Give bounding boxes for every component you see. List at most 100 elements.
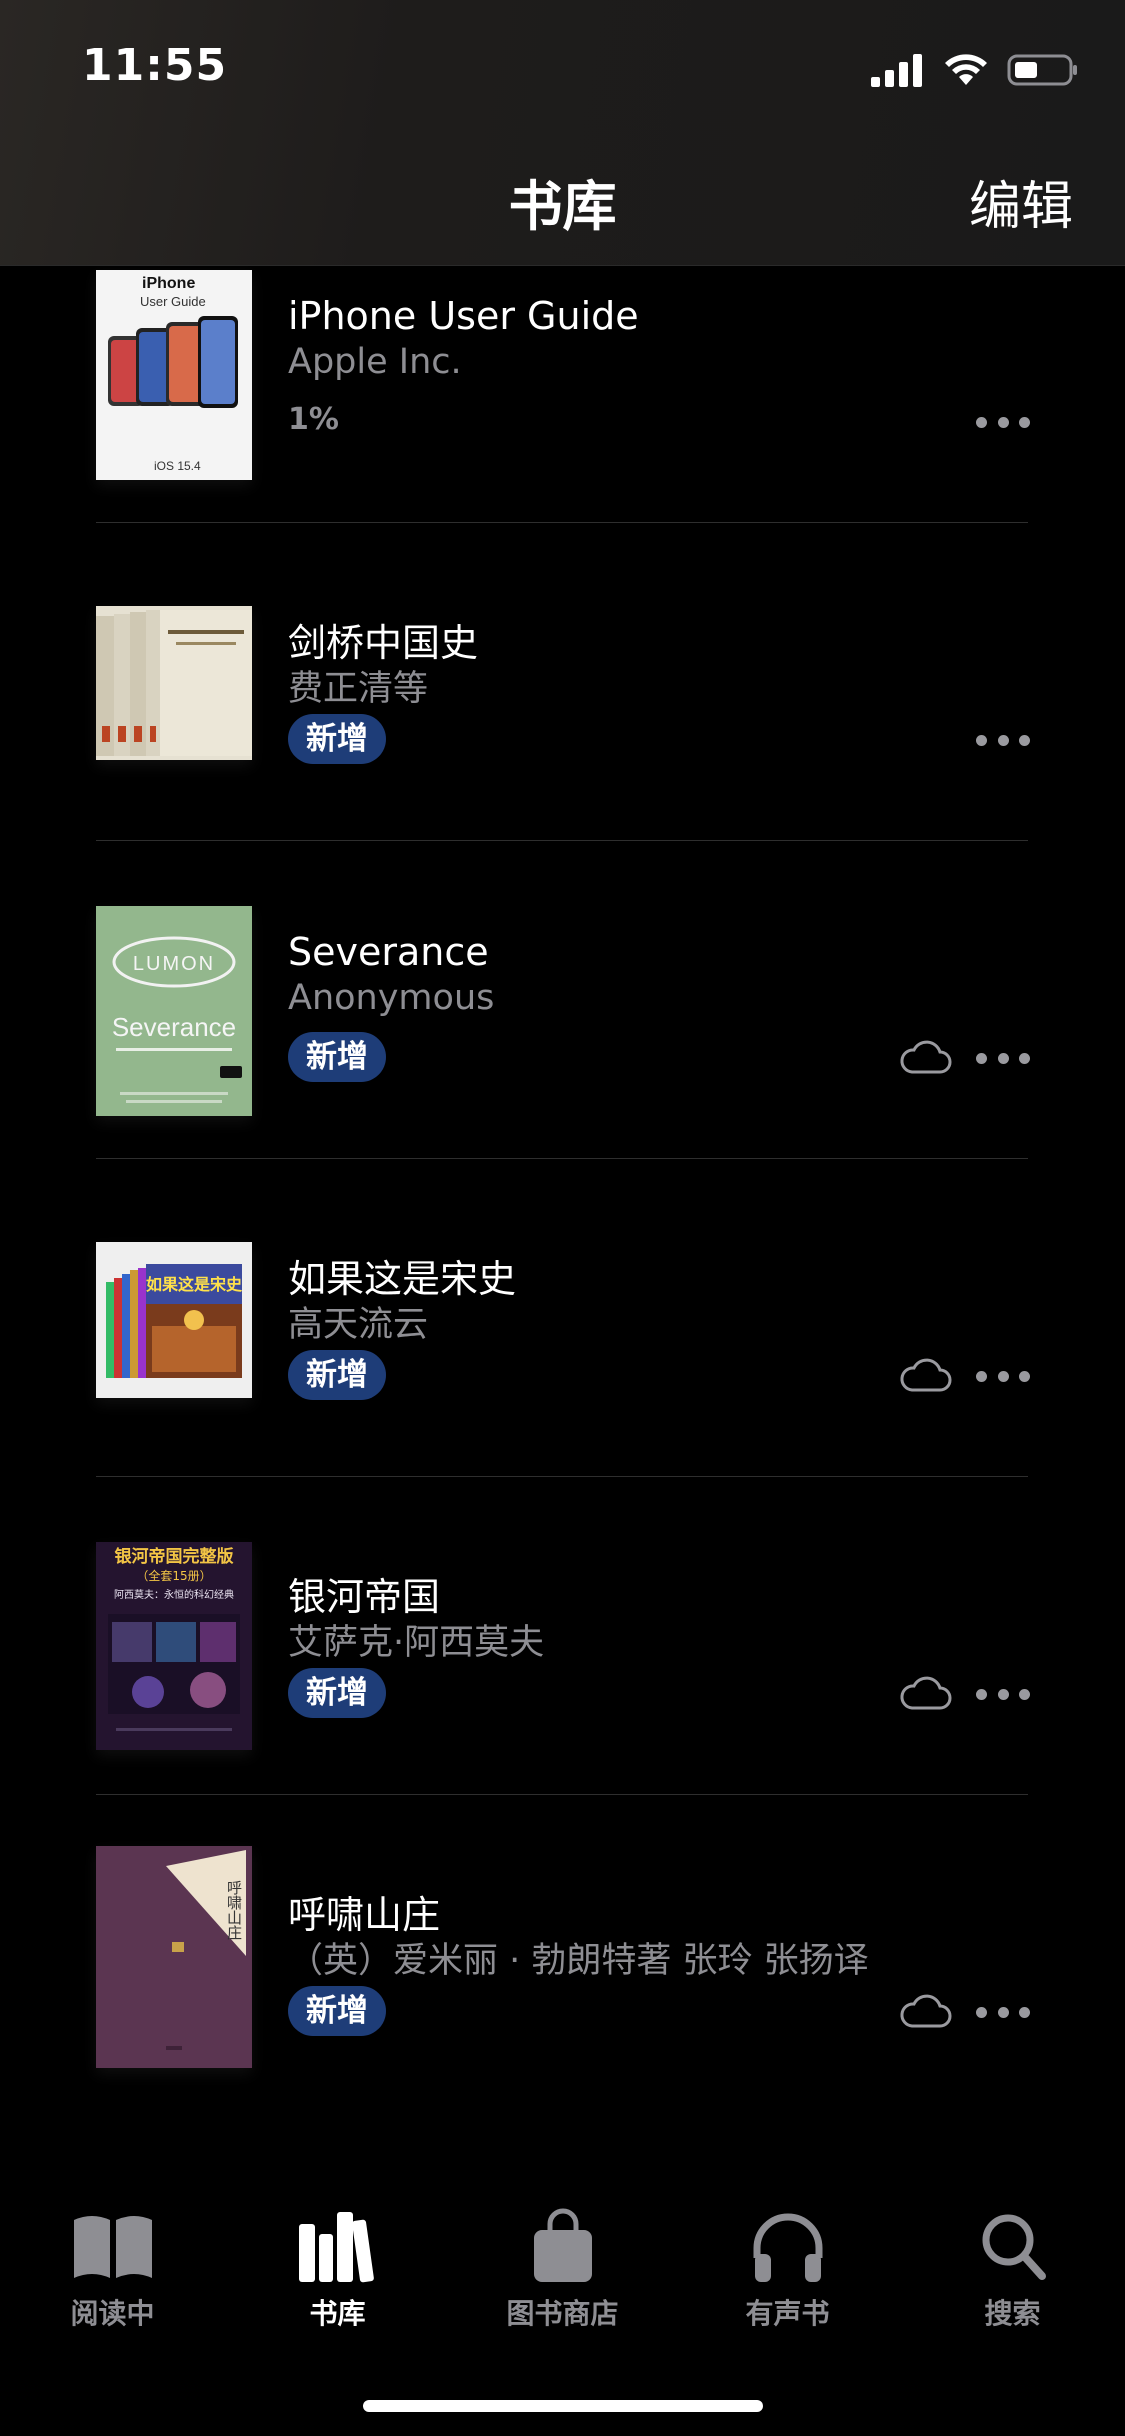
status-icons xyxy=(871,50,1079,90)
tab-label: 图书商店 xyxy=(506,2297,619,2330)
more-options-button[interactable] xyxy=(976,1369,1030,1383)
row-divider xyxy=(96,522,1028,523)
cloud-download-icon[interactable] xyxy=(898,1994,952,2030)
cover-brand: iPhone xyxy=(142,275,195,292)
book-title: iPhone User Guide xyxy=(288,294,639,338)
row-divider xyxy=(96,840,1028,841)
book-title: 银河帝国 xyxy=(288,1575,441,1619)
dot-icon xyxy=(997,2006,1009,2018)
new-badge: 新增 xyxy=(288,1032,386,1082)
book-title: 如果这是宋史 xyxy=(288,1257,517,1301)
dot-icon xyxy=(1019,416,1030,428)
tab-library[interactable]: 书库 xyxy=(225,2206,450,2332)
book-title: Severance xyxy=(288,930,489,974)
navigation-bar: 11:55 书库 编辑 xyxy=(0,0,1125,266)
cover-tagline: 阿西莫夫：永恒的科幻经典 xyxy=(114,1588,234,1601)
cover-subtitle: （全套15册） xyxy=(136,1568,211,1583)
tab-label: 搜索 xyxy=(984,2297,1041,2330)
tab-reading-now[interactable]: 阅读中 xyxy=(0,2206,225,2332)
book-row-iphone-user-guide[interactable]: iPhone User Guide iOS 15.4 iPhone User G… xyxy=(0,270,1125,588)
cover-art-foundation: 银河帝国完整版 （全套15册） 阿西莫夫：永恒的科幻经典 xyxy=(96,1542,252,1750)
search-icon xyxy=(982,2214,1046,2280)
cover-title: 呼啸山庄 xyxy=(225,1880,243,1940)
tab-bar: 阅读中 书库 图书商店 有声书 搜索 xyxy=(0,2170,1125,2436)
row-divider xyxy=(96,1158,1028,1159)
cover-title: Severance xyxy=(112,1012,236,1042)
book-author: 艾萨克·阿西莫夫 xyxy=(288,1623,545,1663)
new-badge: 新增 xyxy=(288,1986,386,2036)
new-badge: 新增 xyxy=(288,714,386,764)
dot-icon xyxy=(997,1688,1009,1700)
cover-art-severance: LUMON Severance xyxy=(96,906,252,1116)
book-title: 呼啸山庄 xyxy=(288,1893,441,1937)
dot-icon xyxy=(976,1052,987,1064)
book-row-if-this-is-song-history[interactable]: 如果这是宋史 如果这是宋史 高天流云 新增 xyxy=(0,1224,1125,1542)
new-badge: 新增 xyxy=(288,1350,386,1400)
book-cover[interactable]: 呼啸山庄 xyxy=(96,1846,252,2068)
cover-art-wuthering-heights: 呼啸山庄 xyxy=(96,1846,252,2068)
wifi-icon xyxy=(945,54,987,85)
book-row-foundation[interactable]: 银河帝国完整版 （全套15册） 阿西莫夫：永恒的科幻经典 银河帝国 艾萨克·阿西… xyxy=(0,1542,1125,1860)
more-options-button[interactable] xyxy=(976,415,1030,429)
headphones-icon xyxy=(753,2213,822,2282)
reading-progress: 1% xyxy=(288,402,339,437)
book-author: Anonymous xyxy=(288,978,495,1018)
cover-subtitle: User Guide xyxy=(140,294,206,309)
tab-label: 阅读中 xyxy=(70,2297,155,2330)
cover-title: 银河帝国完整版 xyxy=(115,1546,234,1567)
book-author: 高天流云 xyxy=(288,1305,429,1345)
cover-art-box-set xyxy=(96,606,252,760)
dot-icon xyxy=(1019,2006,1030,2018)
book-cover[interactable]: 如果这是宋史 xyxy=(96,1242,252,1398)
tab-label: 书库 xyxy=(309,2297,366,2330)
dot-icon xyxy=(997,734,1009,746)
more-options-button[interactable] xyxy=(976,2005,1030,2019)
dot-icon xyxy=(997,1052,1009,1064)
book-cover[interactable]: 银河帝国完整版 （全套15册） 阿西莫夫：永恒的科幻经典 xyxy=(96,1542,252,1750)
tab-label: 有声书 xyxy=(745,2297,830,2330)
more-options-button[interactable] xyxy=(976,733,1030,747)
home-indicator xyxy=(363,2400,763,2412)
dot-icon xyxy=(976,416,987,428)
dot-icon xyxy=(1019,1688,1030,1700)
dot-icon xyxy=(976,1370,987,1382)
dot-icon xyxy=(1019,1052,1030,1064)
cover-footer: iOS 15.4 xyxy=(154,459,201,473)
new-badge: 新增 xyxy=(288,1668,386,1718)
dot-icon xyxy=(1019,1370,1030,1382)
dot-icon xyxy=(976,1688,987,1700)
book-open-icon xyxy=(73,2216,152,2278)
cover-art-box-set: 如果这是宋史 xyxy=(96,1242,252,1398)
book-row-cambridge-history-of-china[interactable]: 剑桥中国史 费正清等 新增 xyxy=(0,588,1125,906)
book-row-wuthering-heights[interactable]: 呼啸山庄 呼啸山庄 （英）爱米丽 · 勃朗特著 张玲 张扬译 新增 xyxy=(0,1846,1125,2178)
tab-search[interactable]: 搜索 xyxy=(900,2206,1125,2332)
more-options-button[interactable] xyxy=(976,1687,1030,1701)
book-row-severance[interactable]: LUMON Severance Severance Anonymous 新增 xyxy=(0,906,1125,1224)
dot-icon xyxy=(997,1370,1009,1382)
shopping-bag-icon xyxy=(533,2208,592,2282)
dot-icon xyxy=(976,734,987,746)
book-title: 剑桥中国史 xyxy=(288,621,479,665)
row-divider xyxy=(96,1476,1028,1477)
cover-art-iphone-guide: iPhone User Guide iOS 15.4 xyxy=(96,270,252,480)
status-time: 11:55 xyxy=(82,40,228,91)
cloud-download-icon[interactable] xyxy=(898,1040,952,1076)
edit-button[interactable]: 编辑 xyxy=(969,164,1073,239)
book-cover[interactable]: iPhone User Guide iOS 15.4 xyxy=(96,270,252,480)
book-cover[interactable] xyxy=(96,606,252,760)
tab-audiobooks[interactable]: 有声书 xyxy=(675,2206,900,2332)
book-cover[interactable]: LUMON Severance xyxy=(96,906,252,1116)
battery-icon xyxy=(1007,54,1077,86)
row-divider xyxy=(96,1794,1028,1795)
dot-icon xyxy=(976,2006,987,2018)
dot-icon xyxy=(997,416,1009,428)
page-title: 书库 xyxy=(508,175,617,238)
book-author: Apple Inc. xyxy=(288,342,462,382)
more-options-button[interactable] xyxy=(976,1051,1030,1065)
cloud-download-icon[interactable] xyxy=(898,1676,952,1712)
book-author: （英）爱米丽 · 勃朗特著 张玲 张扬译 xyxy=(288,1941,869,1981)
cloud-download-icon[interactable] xyxy=(898,1358,952,1394)
library-books-icon xyxy=(298,2212,374,2283)
tab-book-store[interactable]: 图书商店 xyxy=(450,2206,675,2332)
dot-icon xyxy=(1019,734,1030,746)
